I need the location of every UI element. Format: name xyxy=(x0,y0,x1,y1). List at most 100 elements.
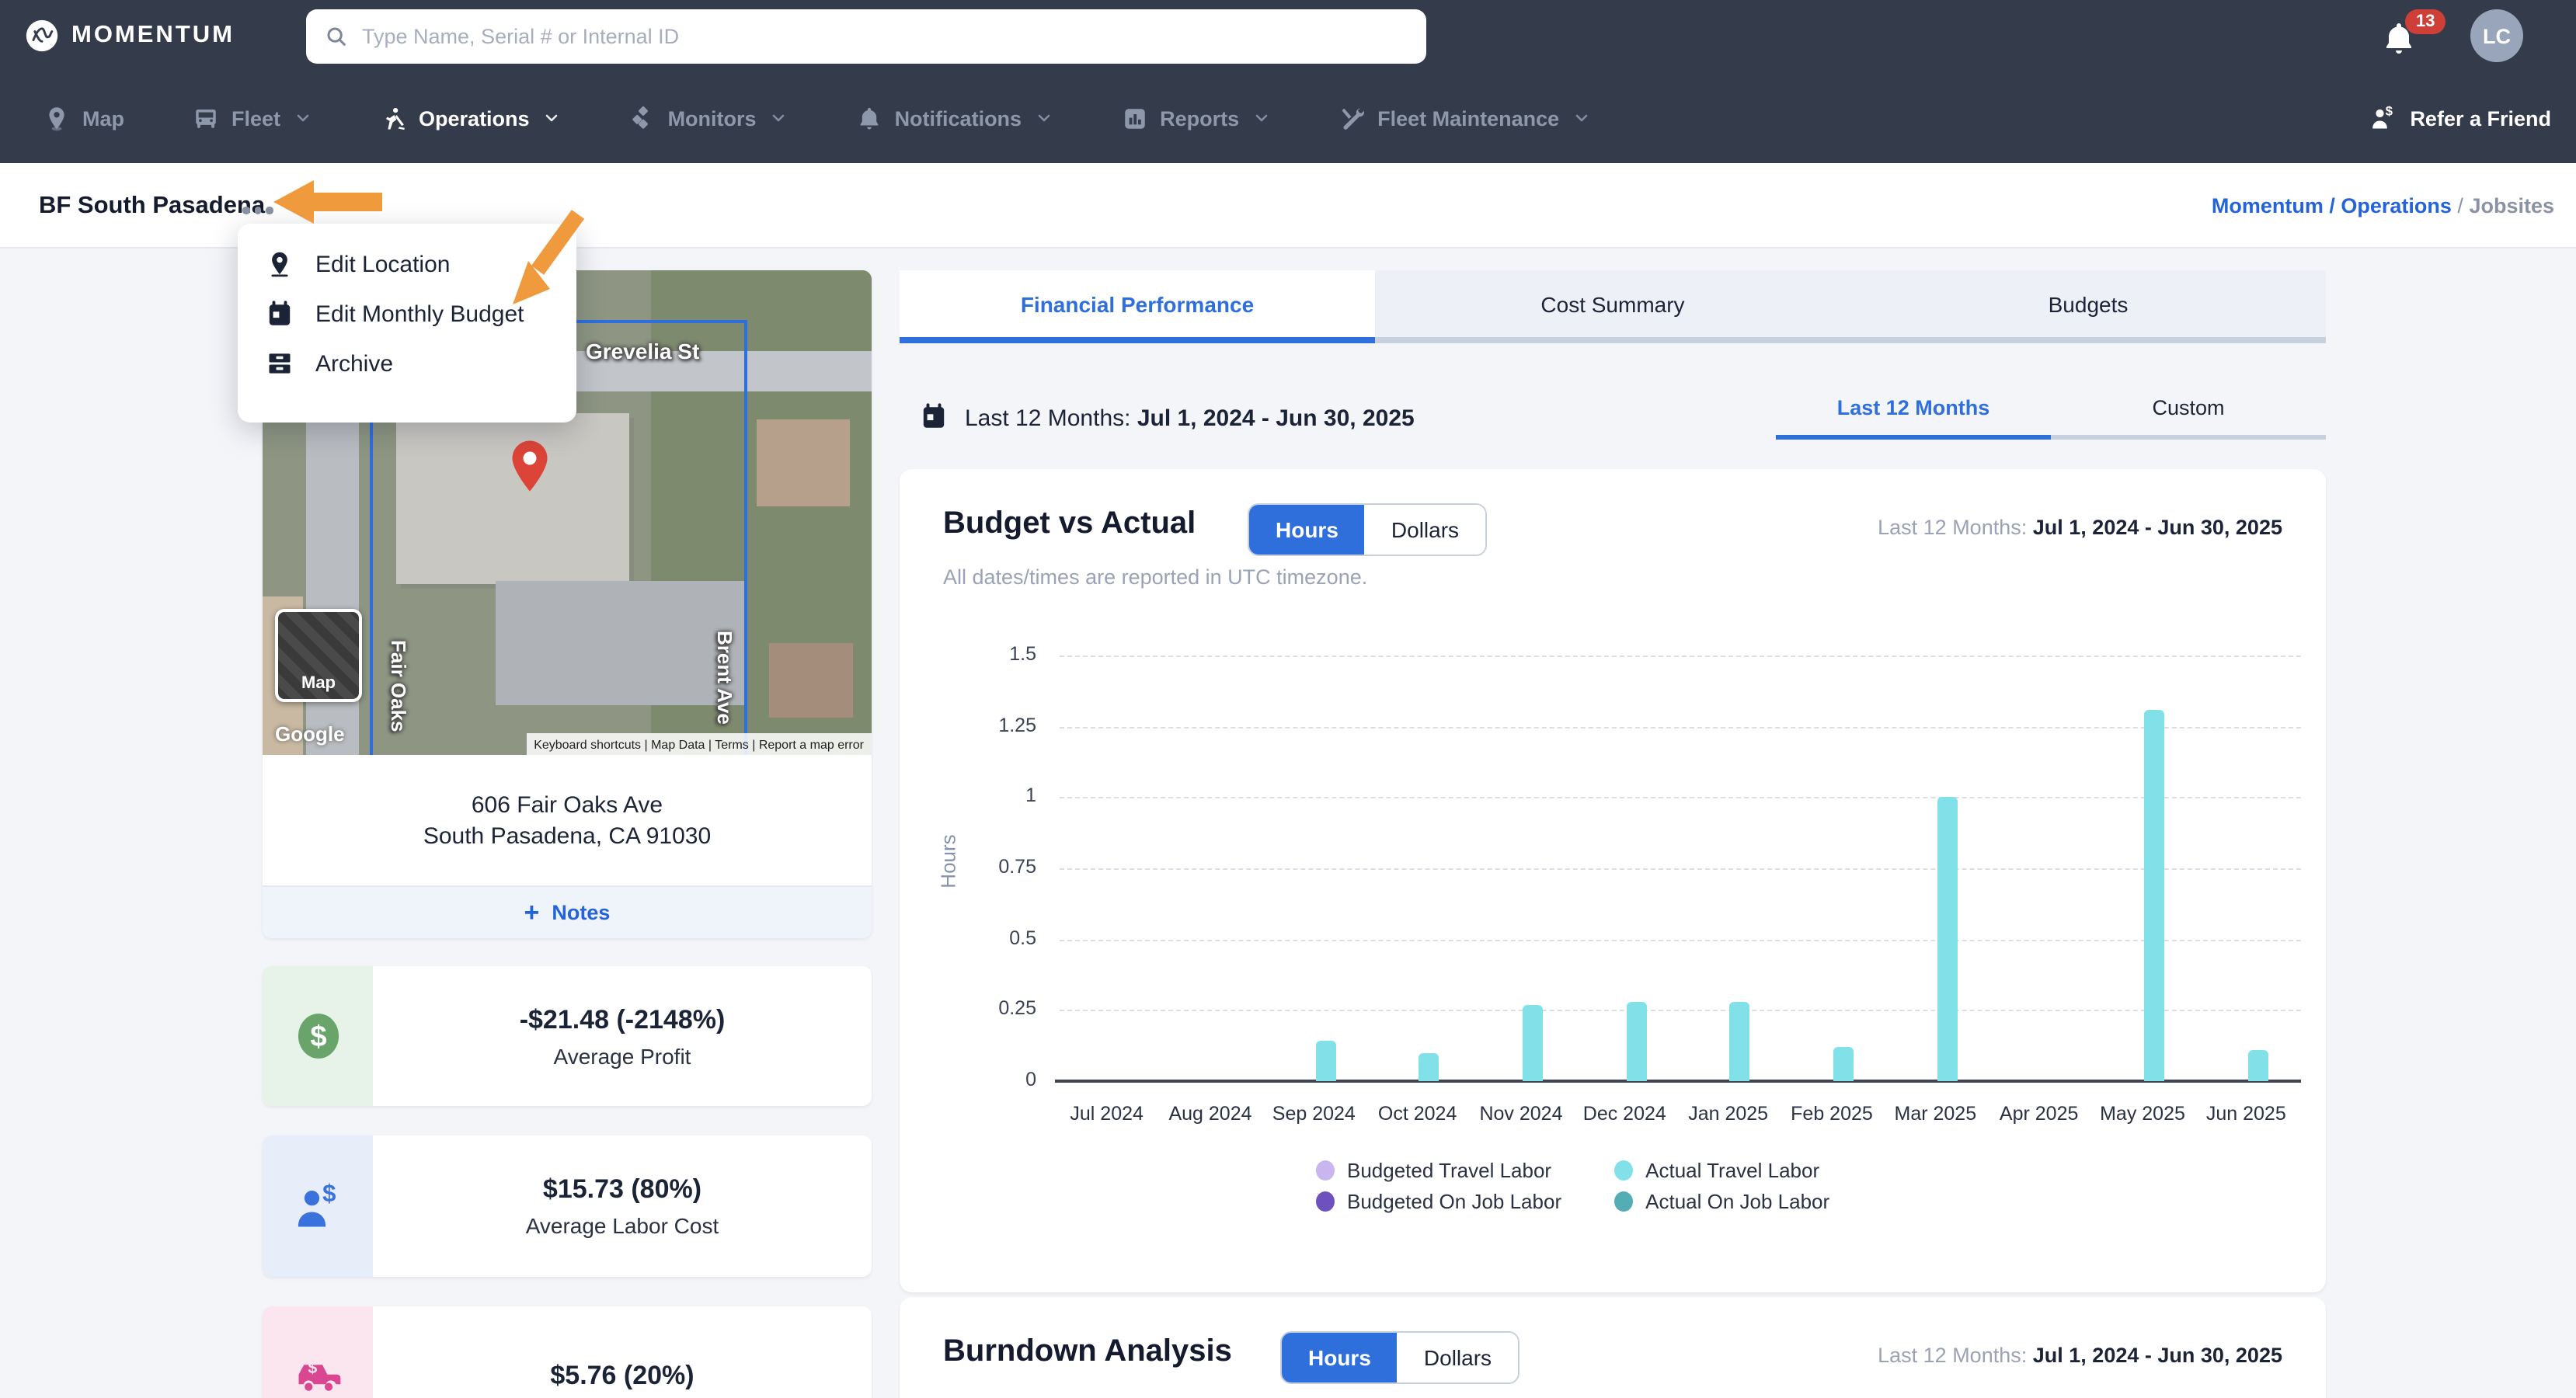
legend-item-actual-travel-labor: Actual Travel Labor xyxy=(1614,1159,1829,1182)
tools-icon xyxy=(1338,105,1365,131)
x-axis-labels: Jul 2024Aug 2024Sep 2024Oct 2024Nov 2024… xyxy=(1055,1103,2298,1131)
bar-actual-travel-labor-jun-2025 xyxy=(2247,1050,2268,1081)
nav-item-fleet-maintenance[interactable]: Fleet Maintenance xyxy=(1338,105,1590,131)
nav-item-notifications[interactable]: Notifications xyxy=(856,105,1053,131)
page-title: BF South Pasadena xyxy=(39,193,265,221)
nav-item-label: Notifications xyxy=(895,106,1022,130)
menu-item-label: Edit Location xyxy=(315,251,450,277)
nav-item-label: Monitors xyxy=(668,106,757,130)
burndown-hours-option[interactable]: Hours xyxy=(1282,1333,1398,1382)
main-tabs: Financial PerformanceCost SummaryBudgets xyxy=(900,270,2326,343)
svg-text:$: $ xyxy=(2386,104,2393,118)
calendar-icon xyxy=(266,300,294,328)
stat-body: $15.73 (80%)Average Labor Cost xyxy=(373,1135,872,1277)
app-root: MOMENTUM 13 LC Map Fleet Operations Monitor… xyxy=(0,0,2576,1398)
nav-item-label: Fleet Maintenance xyxy=(1377,106,1559,130)
svg-text:$: $ xyxy=(322,1180,335,1206)
legend-label: Actual On Job Labor xyxy=(1645,1190,1829,1213)
notifications-bell-button[interactable]: 13 xyxy=(2380,14,2449,64)
annotation-arrow-diagonal xyxy=(503,208,584,311)
tab-financial-performance[interactable]: Financial Performance xyxy=(900,270,1375,343)
bva-units-toggle: Hours Dollars xyxy=(1248,503,1487,556)
legend-item-budgeted-travel-labor: Budgeted Travel Labor xyxy=(1316,1159,1561,1182)
nav-item-reports[interactable]: Reports xyxy=(1121,105,1270,131)
bva-hours-option[interactable]: Hours xyxy=(1249,505,1365,555)
nav-item-label: Operations xyxy=(419,106,530,130)
y-tick-label: 0.25 xyxy=(943,998,1036,1020)
svg-text:$: $ xyxy=(309,1020,325,1053)
date-tab-custom[interactable]: Custom xyxy=(2051,382,2326,440)
nav-item-fleet[interactable]: Fleet xyxy=(193,105,312,131)
gridline xyxy=(1060,798,2301,799)
search-input[interactable] xyxy=(362,25,1408,48)
brand[interactable]: MOMENTUM xyxy=(25,19,235,53)
map-attribution[interactable]: Keyboard shortcuts | Map Data | Terms | … xyxy=(526,733,872,755)
bva-period-value: Jul 1, 2024 - Jun 30, 2025 xyxy=(2033,516,2282,539)
burndown-period-label: Last 12 Months: xyxy=(1878,1344,2027,1367)
tab-cost-summary[interactable]: Cost Summary xyxy=(1375,270,1850,343)
burndown-title: Burndown Analysis xyxy=(943,1334,1232,1370)
nav-item-operations[interactable]: Operations xyxy=(380,105,561,131)
tab-budgets[interactable]: Budgets xyxy=(1850,270,2326,343)
chevron-icon xyxy=(1572,109,1590,127)
momentum-logo-icon xyxy=(25,19,59,53)
nav-item-label: Map xyxy=(82,106,124,130)
stat-label: Average Labor Cost xyxy=(526,1213,719,1238)
address-line2: South Pasadena, CA 91030 xyxy=(423,822,711,849)
breadcrumb-operations[interactable]: Operations xyxy=(2341,194,2452,217)
worker-icon xyxy=(380,105,406,131)
bar-actual-travel-labor-mar-2025 xyxy=(1937,798,1957,1081)
bell-icon xyxy=(856,105,882,131)
date-range-value: Jul 1, 2024 - Jun 30, 2025 xyxy=(1137,405,1415,432)
burndown-period: Last 12 Months: Jul 1, 2024 - Jun 30, 20… xyxy=(1878,1344,2282,1367)
pin-icon xyxy=(266,250,294,278)
top-navbar: MOMENTUM 13 LC Map Fleet Operations Monitor… xyxy=(0,0,2576,163)
y-tick-label: 1.5 xyxy=(943,643,1036,665)
stat-icon-box: $ xyxy=(263,1135,373,1277)
add-notes-button[interactable]: + Notes xyxy=(263,885,872,938)
nav-item-label: Fleet xyxy=(231,106,280,130)
stat-body: $5.76 (20%) xyxy=(373,1306,872,1398)
plus-icon: + xyxy=(524,899,540,926)
bar-chart-plot xyxy=(1055,656,2298,1081)
address-line1: 606 Fair Oaks Ave xyxy=(472,791,663,818)
brand-name: MOMENTUM xyxy=(71,22,235,50)
chevron-icon xyxy=(1251,109,1270,127)
breadcrumb-jobsites: Jobsites xyxy=(2469,194,2554,217)
date-tab-last-12-months[interactable]: Last 12 Months xyxy=(1776,382,2051,440)
bar-actual-travel-labor-dec-2024 xyxy=(1626,1002,1646,1081)
annotation-arrow-left xyxy=(273,177,385,227)
stat-value: -$21.48 (-2148%) xyxy=(520,1004,726,1035)
budget-vs-actual-title: Budget vs Actual xyxy=(943,506,1196,542)
stat-body: -$21.48 (-2148%)Average Profit xyxy=(373,966,872,1106)
bva-dollars-option[interactable]: Dollars xyxy=(1365,505,1485,555)
chevron-icon xyxy=(769,109,788,127)
nav-item-monitors[interactable]: Monitors xyxy=(629,105,788,131)
chart-icon xyxy=(1121,105,1147,131)
chevron-icon xyxy=(293,109,312,127)
address-block: 606 Fair Oaks Ave South Pasadena, CA 910… xyxy=(263,755,872,885)
refer-a-friend-button[interactable]: $ Refer a Friend xyxy=(2369,104,2551,132)
person-dollar-icon: $ xyxy=(2369,104,2397,132)
bva-period: Last 12 Months: Jul 1, 2024 - Jun 30, 20… xyxy=(1878,516,2282,539)
bar-actual-travel-labor-jan-2025 xyxy=(1730,1002,1750,1081)
gridline xyxy=(1060,656,2301,657)
refer-a-friend-label: Refer a Friend xyxy=(2410,106,2551,130)
nav-item-map[interactable]: Map xyxy=(44,105,124,131)
stat-card-2: $ $5.76 (20%) xyxy=(263,1306,872,1398)
legend-label: Budgeted Travel Labor xyxy=(1347,1159,1551,1182)
archive-icon xyxy=(266,350,294,377)
stat-icon-box: $ xyxy=(263,1306,373,1398)
menu-item-archive[interactable]: Archive xyxy=(238,339,576,388)
stat-value: $5.76 (20%) xyxy=(550,1361,694,1392)
user-avatar[interactable]: LC xyxy=(2470,9,2523,62)
chevron-icon xyxy=(542,109,561,127)
burndown-dollars-option[interactable]: Dollars xyxy=(1398,1333,1518,1382)
global-search[interactable] xyxy=(306,9,1426,64)
more-actions-button[interactable] xyxy=(236,200,279,220)
burndown-period-value: Jul 1, 2024 - Jun 30, 2025 xyxy=(2033,1344,2282,1367)
map-type-toggle-button[interactable]: Map xyxy=(275,609,362,702)
breadcrumb-momentum[interactable]: Momentum xyxy=(2212,194,2324,217)
budget-vs-actual-card: Budget vs Actual Hours Dollars Last 12 M… xyxy=(900,469,2326,1292)
map-type-label: Map xyxy=(278,674,359,693)
